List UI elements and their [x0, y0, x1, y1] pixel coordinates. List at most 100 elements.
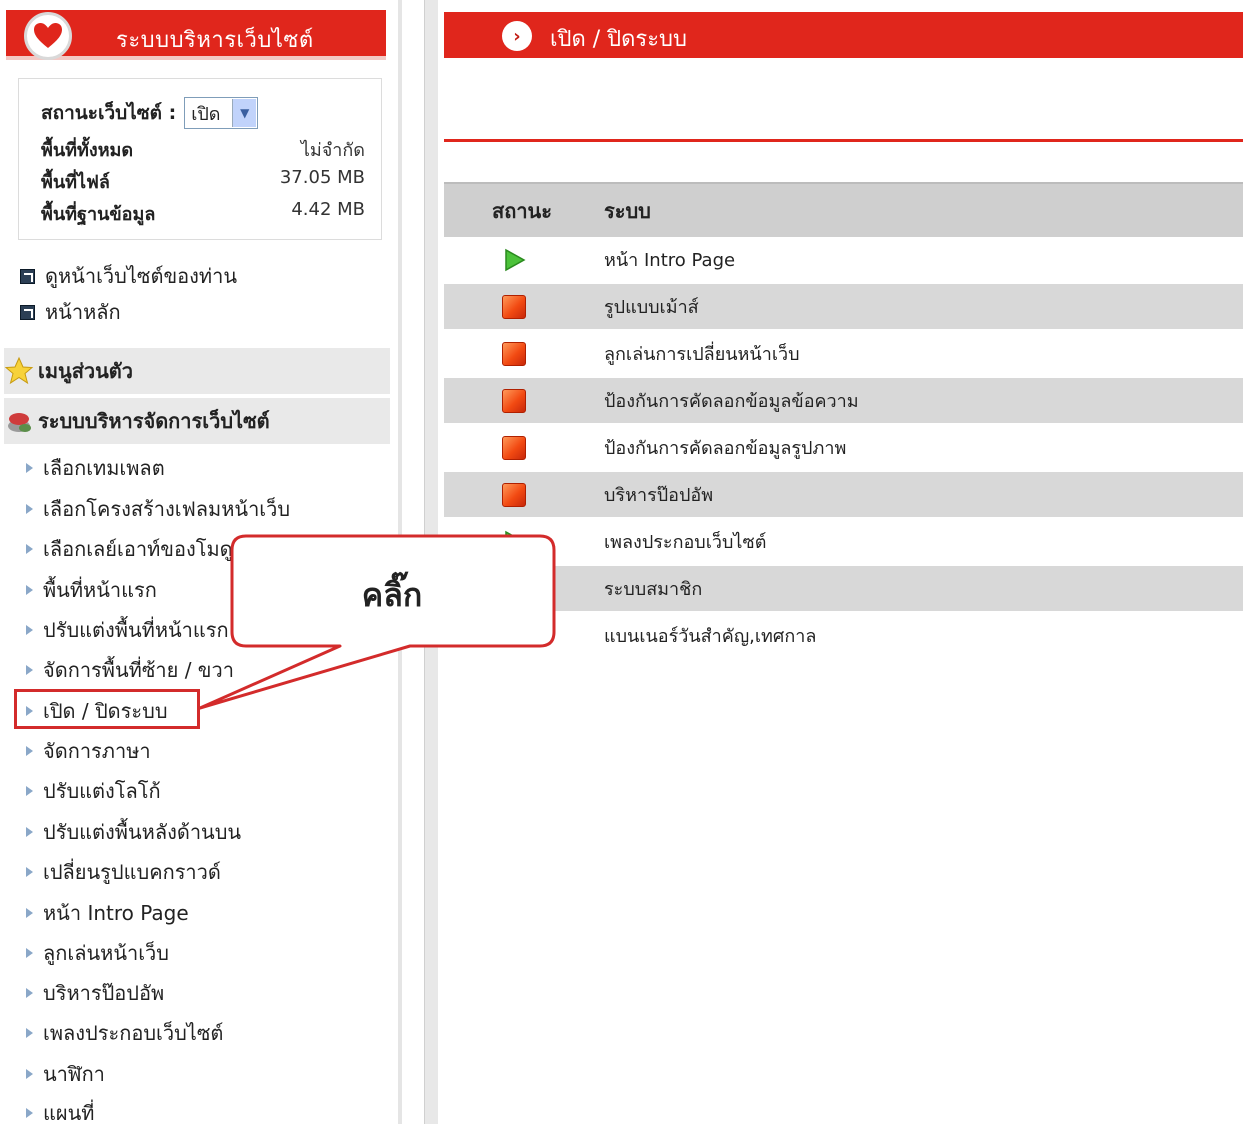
- system-table: สถานะ ระบบ หน้า Intro Page รูปแบบเม้าส์ลู…: [444, 182, 1243, 660]
- system-name: ป้องกันการคัดลอกข้อมูลรูปภาพ: [604, 438, 847, 459]
- table-row: รูปแบบเม้าส์: [444, 284, 1243, 331]
- play-on-icon[interactable]: [502, 248, 526, 272]
- table-row: ป้องกันการคัดลอกข้อมูลข้อความ: [444, 378, 1243, 425]
- menu-item-background-music[interactable]: เพลงประกอบเว็บไซต์: [26, 1017, 223, 1049]
- stat-file-space: พื้นที่ไฟล์ 37.05 MB: [41, 167, 365, 196]
- panel-divider: [398, 0, 402, 1124]
- column-header-system: ระบบ: [604, 198, 651, 223]
- bullet-arrow-icon: [26, 463, 33, 473]
- menu-item-label: เพลงประกอบเว็บไซต์: [43, 1021, 224, 1045]
- stop-off-icon[interactable]: [502, 294, 526, 319]
- stat-value: 37.05 MB: [279, 167, 365, 188]
- status-cell[interactable]: [444, 341, 604, 366]
- bullet-arrow-icon: [26, 1028, 33, 1038]
- menu-item-customize-homepage[interactable]: ปรับแต่งพื้นที่หน้าแรก: [26, 614, 229, 646]
- column-header-status: สถานะ: [492, 198, 552, 223]
- system-name: แบนเนอร์วันสำคัญ,เทศกาล: [604, 626, 817, 647]
- table-row: บริหารป๊อปอัพ: [444, 472, 1243, 519]
- stat-label: พื้นที่ทั้งหมด: [41, 140, 134, 161]
- stop-off-icon[interactable]: [502, 388, 526, 413]
- arrow-right-circle-icon: ›: [502, 21, 532, 51]
- menu-item-label: หน้า Intro Page: [43, 901, 189, 925]
- menu-item-template[interactable]: เลือกเทมเพลต: [26, 452, 165, 484]
- status-cell[interactable]: [444, 482, 604, 507]
- system-name: บริหารป๊อปอัพ: [604, 485, 714, 506]
- bullet-arrow-icon: [26, 625, 33, 635]
- menu-item-label: ลูกเล่นหน้าเว็บ: [43, 941, 169, 965]
- stat-db-space: พื้นที่ฐานข้อมูล 4.42 MB: [41, 199, 365, 228]
- table-row: เพลงประกอบเว็บไซต์: [444, 519, 1243, 566]
- menu-item-map[interactable]: แผนที่: [26, 1097, 94, 1124]
- menu-item-label: จัดการพื้นที่ซ้าย / ขวา: [43, 658, 234, 682]
- system-name: หน้า Intro Page: [604, 250, 736, 271]
- chevron-down-icon[interactable]: ▼: [232, 99, 257, 127]
- bullet-arrow-icon: [26, 585, 33, 595]
- menu-item-frame-structure[interactable]: เลือกโครงสร้างเฟลมหน้าเว็บ: [26, 493, 290, 525]
- menu-item-label: นาฬิกา: [43, 1062, 105, 1086]
- bullet-arrow-icon: [26, 746, 33, 756]
- stat-value: ไม่จำกัด: [300, 140, 365, 161]
- play-on-icon[interactable]: [502, 624, 526, 648]
- menu-item-clock[interactable]: นาฬิกา: [26, 1058, 105, 1090]
- system-name: รูปแบบเม้าส์: [604, 297, 699, 318]
- menu-item-page-effects[interactable]: ลูกเล่นหน้าเว็บ: [26, 937, 169, 969]
- table-header: สถานะ ระบบ: [444, 182, 1243, 237]
- menu-item-intro-page[interactable]: หน้า Intro Page: [26, 897, 189, 929]
- link-label: หน้าหลัก: [45, 300, 121, 324]
- stat-label: พื้นที่ไฟล์: [41, 172, 110, 193]
- menu-item-homepage-area[interactable]: พื้นที่หน้าแรก: [26, 574, 157, 606]
- heart-icon: [24, 12, 72, 60]
- stop-off-icon[interactable]: [502, 482, 526, 507]
- admin-title: ระบบบริหารเว็บไซต์: [116, 28, 314, 53]
- bullet-arrow-icon: [26, 867, 33, 877]
- menu-item-left-right-area[interactable]: จัดการพื้นที่ซ้าย / ขวา: [26, 654, 234, 686]
- menu-item-language[interactable]: จัดการภาษา: [26, 735, 151, 767]
- status-cell[interactable]: [444, 624, 604, 648]
- link-view-website[interactable]: ดูหน้าเว็บไซต์ของท่าน: [20, 260, 237, 292]
- status-select[interactable]: เปิด ▼: [184, 97, 259, 129]
- menu-item-label: บริหารป๊อปอัพ: [43, 981, 165, 1005]
- menu-item-label: เลือกเทมเพลต: [43, 456, 165, 480]
- table-row: ระบบสมาชิก: [444, 566, 1243, 613]
- status-cell[interactable]: [444, 388, 604, 413]
- bullet-arrow-icon: [26, 544, 33, 554]
- section-label: เมนูส่วนตัว: [38, 359, 134, 383]
- stop-off-icon[interactable]: [502, 341, 526, 366]
- sidebar: ระบบบริหารเว็บไซต์ สถานะเว็บไซต์ : เปิด …: [0, 0, 392, 1124]
- play-on-icon[interactable]: [502, 530, 526, 554]
- bullet-arrow-icon: [26, 948, 33, 958]
- system-name: เพลงประกอบเว็บไซต์: [604, 532, 767, 553]
- menu-item-label: ปรับแต่งพื้นที่หน้าแรก: [43, 618, 229, 642]
- status-cell[interactable]: [444, 248, 604, 272]
- menu-item-logo[interactable]: ปรับแต่งโลโก้: [26, 775, 161, 807]
- menu-item-label: เลือกโครงสร้างเฟลมหน้าเว็บ: [43, 497, 291, 521]
- external-link-icon: [20, 304, 35, 320]
- section-site-management[interactable]: ระบบบริหารจัดการเว็บไซต์: [4, 398, 390, 444]
- stat-value: 4.42 MB: [291, 199, 365, 220]
- menu-item-label: ปรับแต่งพื้นหลังด้านบน: [43, 820, 242, 844]
- status-cell[interactable]: [444, 530, 604, 554]
- table-row: หน้า Intro Page: [444, 237, 1243, 284]
- menu-item-popup[interactable]: บริหารป๊อปอัพ: [26, 977, 164, 1009]
- menu-item-label: เลือกเลย์เอาท์ของโมดูล: [43, 537, 245, 561]
- stat-total-space: พื้นที่ทั้งหมด ไม่จำกัด: [41, 135, 365, 164]
- bullet-arrow-icon: [26, 504, 33, 514]
- status-select-value: เปิด: [191, 103, 221, 125]
- bullet-arrow-icon: [26, 827, 33, 837]
- highlight-box: [14, 689, 200, 729]
- status-cell[interactable]: [444, 435, 604, 460]
- link-home[interactable]: หน้าหลัก: [20, 296, 121, 328]
- status-label: สถานะเว็บไซต์ :: [41, 102, 177, 124]
- menu-item-label: พื้นที่หน้าแรก: [43, 578, 157, 602]
- menu-item-background-image[interactable]: เปลี่ยนรูปแบคกราวด์: [26, 856, 221, 888]
- panel-divider[interactable]: [424, 0, 438, 1124]
- system-name: ลูกเล่นการเปลี่ยนหน้าเว็บ: [604, 344, 800, 365]
- system-name: ป้องกันการคัดลอกข้อมูลข้อความ: [604, 391, 859, 412]
- menu-item-module-layout[interactable]: เลือกเลย์เอาท์ของโมดูล: [26, 533, 245, 565]
- stop-off-icon[interactable]: [502, 435, 526, 460]
- database-icon: [8, 413, 31, 432]
- section-personal-menu[interactable]: เมนูส่วนตัว: [4, 348, 390, 394]
- menu-item-top-background[interactable]: ปรับแต่งพื้นหลังด้านบน: [26, 816, 241, 848]
- status-cell[interactable]: [444, 294, 604, 319]
- bullet-arrow-icon: [26, 665, 33, 675]
